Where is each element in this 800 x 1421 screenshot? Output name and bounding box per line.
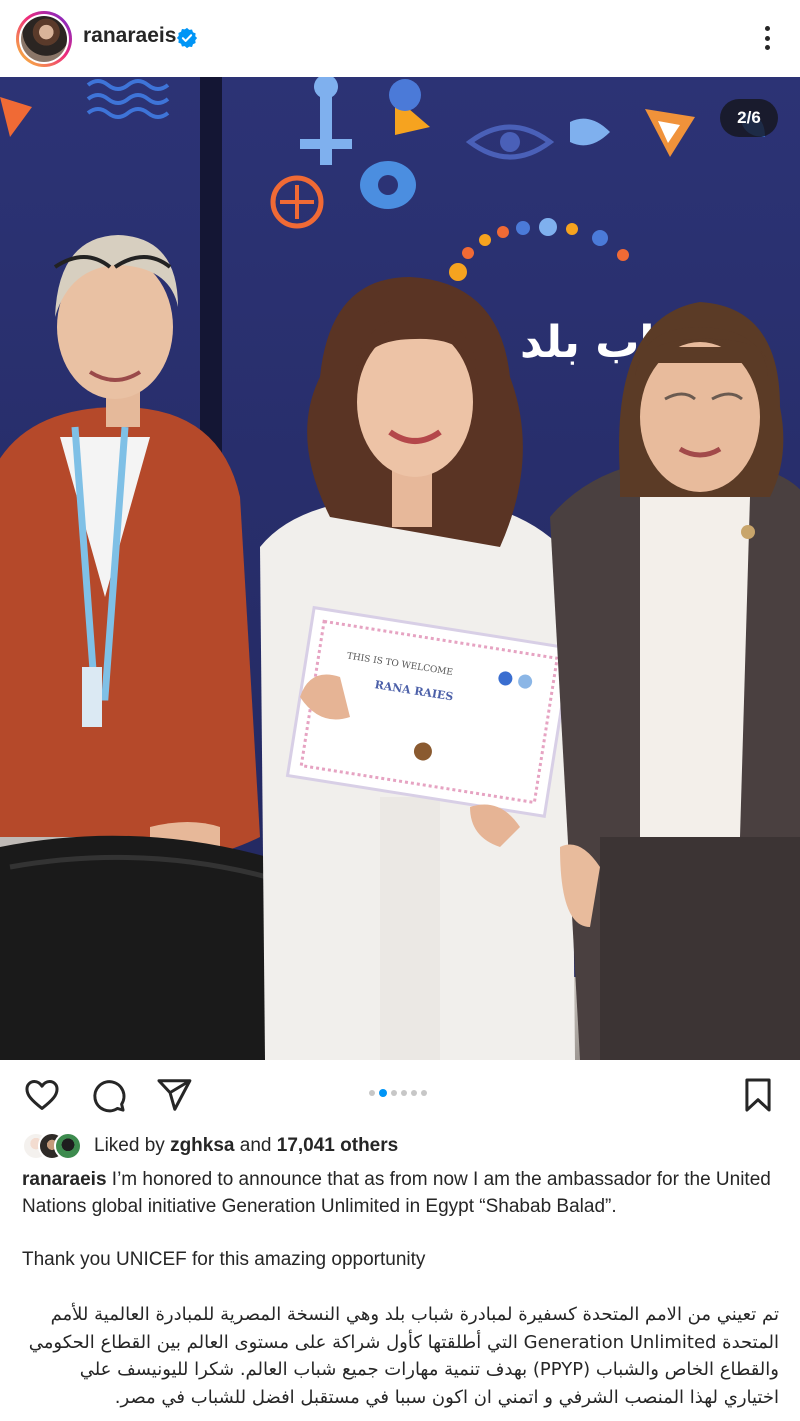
comment-icon[interactable]	[89, 1076, 127, 1114]
likes-count[interactable]: 17,041 others	[277, 1135, 398, 1156]
carousel-dot	[401, 1090, 407, 1096]
post-photo[interactable]: شباب بلد THIS IS TO WELCOME RANA RAIES 2…	[0, 77, 800, 1060]
likes-conjunction: and	[239, 1135, 272, 1156]
caption-text: I’m honored to announce that as from now…	[22, 1169, 771, 1217]
liker-avatar	[54, 1132, 82, 1160]
heart-icon[interactable]	[23, 1076, 61, 1114]
carousel-dot	[411, 1090, 417, 1096]
carousel-dot-active	[379, 1089, 387, 1097]
send-icon[interactable]	[155, 1076, 193, 1114]
caption-thanks: Thank you UNICEF for this amazing opport…	[22, 1249, 426, 1270]
caption-username[interactable]: ranaraeis	[22, 1169, 107, 1190]
bookmark-icon[interactable]	[739, 1076, 777, 1114]
likes-row[interactable]: Liked by zghksa and 17,041 others	[22, 1131, 398, 1161]
likes-text: Liked by zghksa and 17,041 others	[94, 1135, 398, 1157]
liker-username[interactable]: zghksa	[170, 1135, 234, 1156]
caption: ranaraeis I’m honored to announce that a…	[22, 1166, 782, 1220]
carousel-dot	[369, 1090, 375, 1096]
avatar[interactable]	[16, 11, 72, 67]
post-header: ranaraeis	[0, 0, 800, 77]
photo-illustration: شباب بلد THIS IS TO WELCOME RANA RAIES	[0, 77, 800, 1060]
carousel-dot	[421, 1090, 427, 1096]
caption-arabic: تم تعيني من الامم المتحدة كسفيرة لمبادرة…	[28, 1304, 779, 1408]
avatar-image	[21, 16, 67, 62]
slide-counter: 2/6	[720, 99, 778, 137]
verified-badge-icon	[176, 27, 198, 49]
carousel-dot	[391, 1090, 397, 1096]
likes-prefix: Liked by	[94, 1135, 165, 1156]
header-username[interactable]: ranaraeis	[83, 24, 176, 48]
more-options-button[interactable]	[754, 22, 780, 54]
more-vertical-icon	[764, 26, 770, 31]
carousel-indicator	[369, 1089, 427, 1097]
